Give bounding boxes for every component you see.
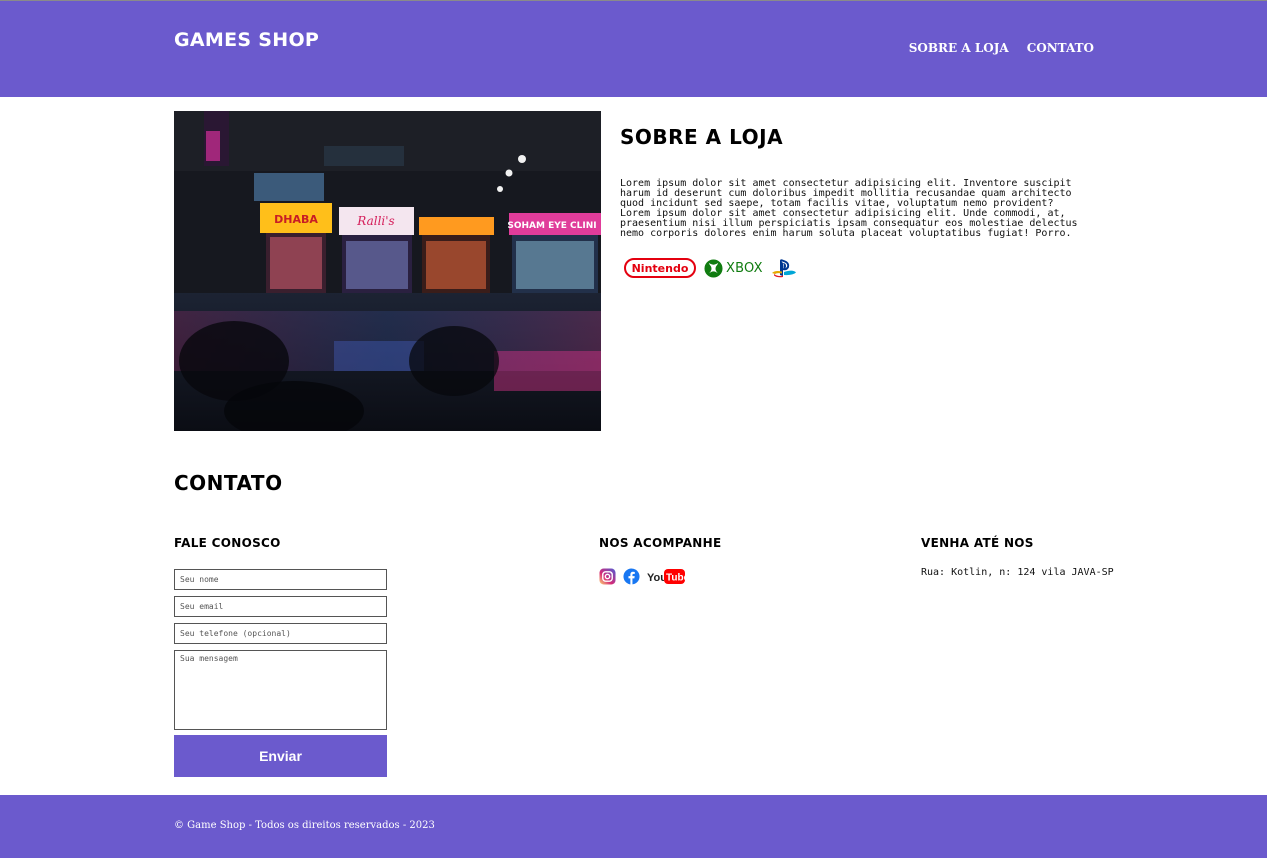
- youtube-tube-text: Tube: [666, 573, 686, 584]
- message-textarea[interactable]: [174, 650, 387, 730]
- svg-text:SOHAM EYE CLINI: SOHAM EYE CLINI: [507, 221, 596, 231]
- xbox-icon: [704, 258, 723, 278]
- store-address: Rua: Kotlin, n: 124 vila JAVA-SP: [921, 567, 1114, 578]
- social-links: You Tube: [599, 568, 686, 585]
- nav-link-contato[interactable]: CONTATO: [1027, 41, 1094, 55]
- nintendo-logo: Nintendo: [624, 258, 696, 278]
- form-heading: FALE CONOSCO: [174, 536, 281, 550]
- about-description: Lorem ipsum dolor sit amet consectetur a…: [620, 179, 1095, 239]
- console-brands: Nintendo XBOX: [624, 256, 797, 280]
- copyright-text: © Game Shop - Todos os direitos reservad…: [174, 820, 435, 831]
- xbox-logo-text: XBOX: [726, 260, 763, 276]
- store-photo: DHABA Ralli's SOHAM EYE CLINI: [174, 111, 601, 431]
- svg-text:DHABA: DHABA: [274, 213, 318, 226]
- svg-text:Ralli's: Ralli's: [356, 214, 394, 228]
- send-button[interactable]: Enviar: [174, 735, 387, 777]
- about-paragraph-2: Lorem ipsum dolor sit amet consectetur a…: [620, 208, 1078, 239]
- youtube-you-text: You: [647, 572, 667, 584]
- email-input[interactable]: [174, 596, 387, 617]
- facebook-icon[interactable]: [623, 568, 640, 585]
- nav-link-sobre-a-loja[interactable]: SOBRE A LOJA: [909, 41, 1009, 55]
- site-footer: © Game Shop - Todos os direitos reservad…: [0, 795, 1267, 858]
- social-heading: NOS ACOMPANHE: [599, 536, 722, 550]
- site-header: GAMES SHOP SOBRE A LOJA CONTATO: [0, 0, 1267, 97]
- name-input[interactable]: [174, 569, 387, 590]
- youtube-icon[interactable]: You Tube: [647, 568, 686, 585]
- playstation-icon: [771, 259, 796, 278]
- main-nav: SOBRE A LOJA CONTATO: [909, 41, 1094, 55]
- about-section-title: SOBRE A LOJA: [620, 125, 784, 149]
- site-logo[interactable]: GAMES SHOP: [174, 29, 319, 51]
- location-heading: VENHA ATÉ NOS: [921, 536, 1034, 550]
- xbox-logo: XBOX: [704, 258, 763, 278]
- phone-input[interactable]: [174, 623, 387, 644]
- about-paragraph-1: Lorem ipsum dolor sit amet consectetur a…: [620, 178, 1072, 209]
- instagram-icon[interactable]: [599, 568, 616, 585]
- contact-section-title: CONTATO: [174, 471, 283, 495]
- nintendo-logo-text: Nintendo: [631, 261, 689, 275]
